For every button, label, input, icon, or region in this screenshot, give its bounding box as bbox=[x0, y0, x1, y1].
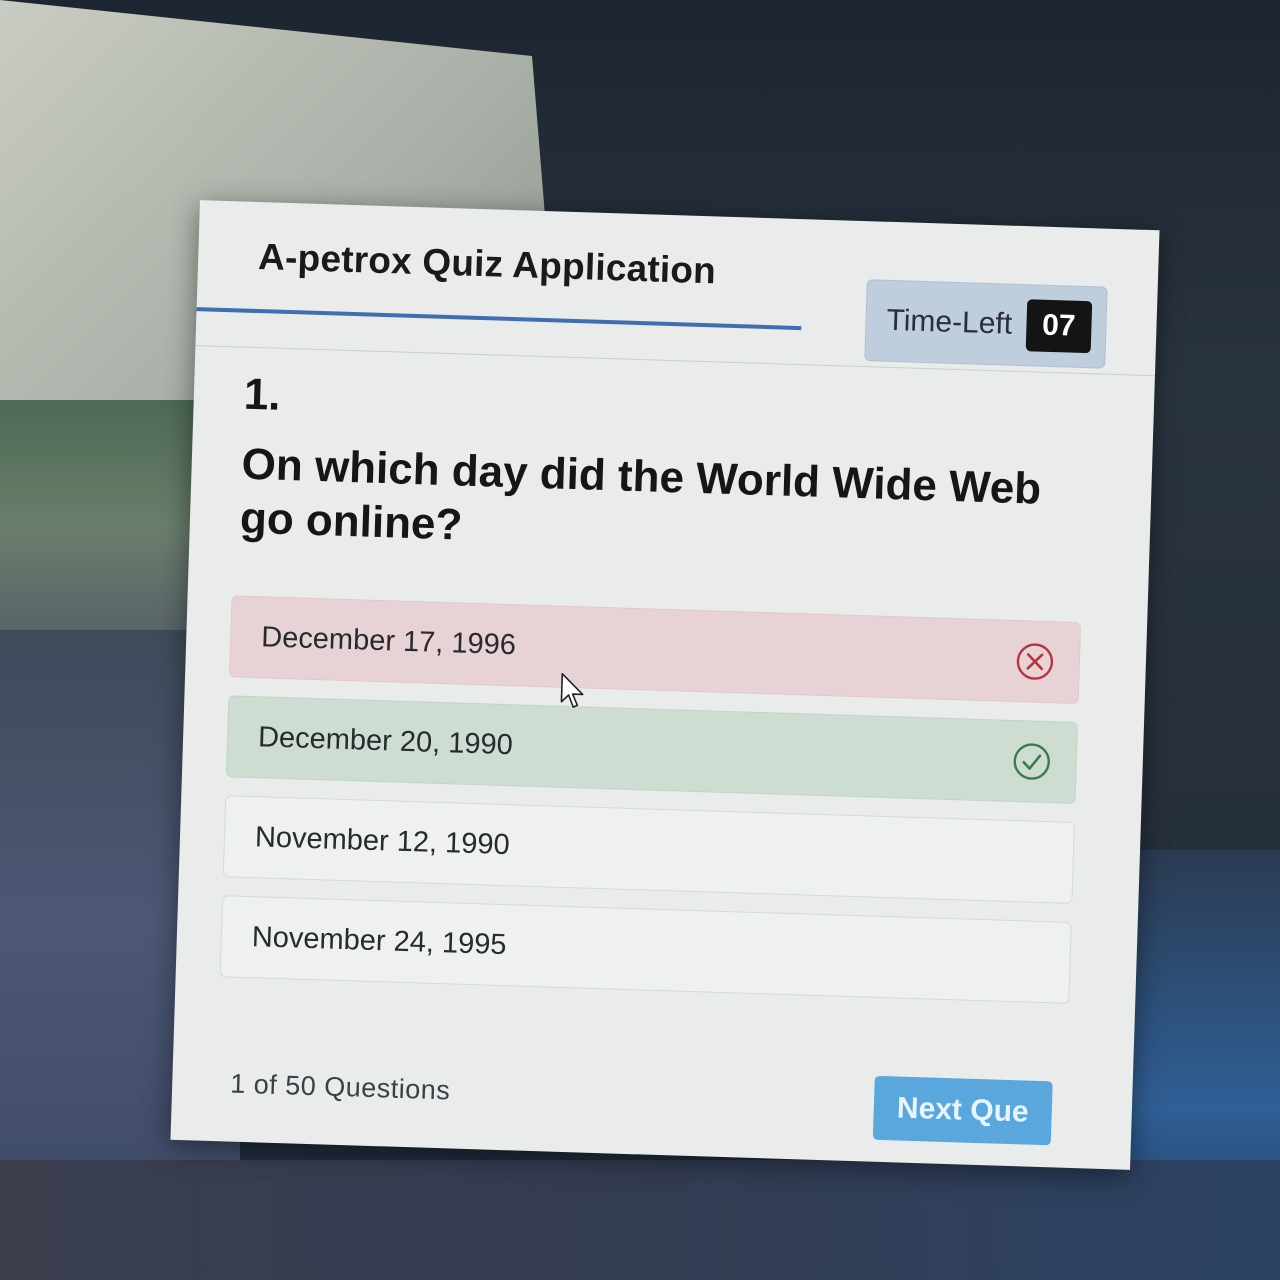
option-label: November 12, 1990 bbox=[254, 820, 511, 861]
quiz-window: A-petrox Quiz Application Time-Left 07 1… bbox=[170, 200, 1160, 1170]
option-label: December 20, 1990 bbox=[257, 720, 514, 761]
next-question-button[interactable]: Next Que bbox=[872, 1075, 1053, 1146]
option-item-1[interactable]: December 17, 1996 bbox=[229, 595, 1082, 705]
option-item-3[interactable]: November 12, 1990 bbox=[222, 795, 1075, 904]
question-count: 1 of 50 Questions bbox=[229, 1068, 451, 1106]
timer-label: Time-Left bbox=[886, 303, 1013, 341]
timer-box: Time-Left 07 bbox=[864, 279, 1108, 369]
mouse-pointer-icon bbox=[560, 672, 584, 708]
check-circle-icon bbox=[1013, 743, 1050, 780]
question-number: 1. bbox=[243, 369, 282, 420]
question-text: On which day did the World Wide Web go o… bbox=[239, 439, 1042, 550]
option-label: November 24, 1995 bbox=[251, 920, 507, 961]
quiz-header: A-petrox Quiz Application Time-Left 07 bbox=[195, 200, 1160, 377]
timer-seconds: 07 bbox=[1025, 299, 1093, 354]
timer-progress-line bbox=[196, 307, 802, 331]
background-bottom bbox=[0, 1160, 1280, 1280]
x-circle-icon bbox=[1016, 643, 1054, 680]
app-title: A-petrox Quiz Application bbox=[257, 236, 717, 292]
option-item-2[interactable]: December 20, 1990 bbox=[225, 695, 1079, 804]
options-list: December 17, 1996 December 20, 1990 Nove… bbox=[219, 595, 1082, 1022]
option-item-4[interactable]: November 24, 1995 bbox=[219, 895, 1072, 1004]
option-label: December 17, 1996 bbox=[260, 620, 517, 661]
